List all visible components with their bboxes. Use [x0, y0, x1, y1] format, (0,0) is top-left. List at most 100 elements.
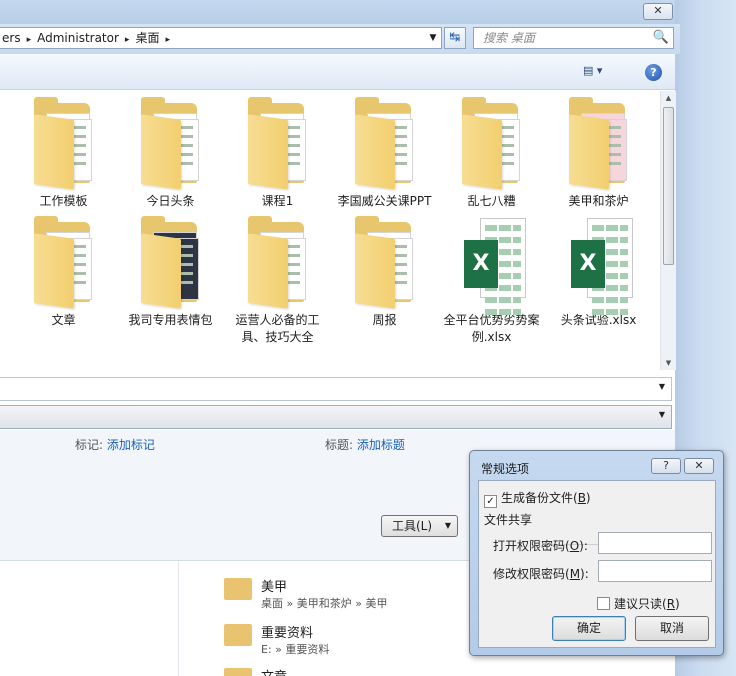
open-password-text: 打开权限密码( — [493, 539, 570, 553]
folder-icon — [10, 212, 117, 312]
backup-checkbox[interactable]: ✓ — [484, 495, 497, 508]
breadcrumb-users[interactable]: ers — [2, 28, 21, 48]
open-password-label: 打开权限密码(O): — [493, 537, 588, 554]
folder-item[interactable]: 运营人必备的工具、技巧大全 — [224, 212, 331, 346]
file-item-label: 美甲和茶炉 — [568, 194, 629, 208]
breadcrumb-separator-icon[interactable]: ▸ — [27, 30, 32, 48]
file-item-xlsx[interactable]: X 头条试验.xlsx — [545, 212, 652, 329]
breadcrumb-separator-icon[interactable]: ▸ — [125, 30, 130, 48]
modify-password-accel: M — [569, 567, 581, 581]
folder-icon — [224, 578, 252, 600]
file-item-label: 李国威公关课PPT — [337, 194, 432, 208]
recent-item-title: 重要资料 — [261, 626, 314, 641]
readonly-checkbox[interactable] — [597, 597, 610, 610]
file-item-label: 我司专用表情包 — [128, 313, 213, 327]
vertical-scrollbar[interactable]: ▲ ▼ — [660, 91, 676, 370]
recent-item-path: 桌面 » 美甲和茶炉 » 美甲 — [261, 597, 388, 610]
backup-close: ) — [585, 491, 591, 505]
ok-button[interactable]: 确定 — [552, 616, 626, 641]
excel-file-icon: X — [545, 212, 652, 315]
folder-icon — [331, 212, 438, 312]
help-icon[interactable]: ? — [645, 64, 662, 81]
file-item-label: 今日头条 — [146, 194, 195, 208]
filetype-dropdown-icon[interactable]: ▼ — [659, 410, 665, 419]
recent-item-path: E: » 重要资料 — [261, 643, 330, 656]
scroll-down-icon[interactable]: ▼ — [661, 356, 676, 370]
file-item-label: 课程1 — [261, 194, 294, 208]
dialog-title: 常规选项 — [481, 462, 530, 476]
file-item-label: 乱七八糟 — [467, 194, 516, 208]
folder-item[interactable]: 课程1 — [224, 93, 331, 210]
tags-label: 标记: — [75, 438, 104, 452]
title-label: 标题: — [325, 438, 354, 452]
file-item-label: 全平台优势劣势案例.xlsx — [443, 313, 540, 344]
refresh-icon[interactable]: ↹ — [444, 27, 466, 49]
folder-item[interactable]: 我司专用表情包 — [117, 212, 224, 329]
scrollbar-thumb[interactable] — [663, 107, 674, 265]
breadcrumb-separator-icon[interactable]: ▸ — [165, 30, 170, 48]
backup-label: 生成备份文件( — [501, 491, 578, 505]
breadcrumb-desktop[interactable]: 桌面 — [135, 28, 159, 48]
recent-item-title: 美甲 — [261, 580, 288, 595]
save-as-window: ✕ ers ▸ Administrator ▸ 桌面 ▸ ▼ ↹ 搜索 桌面 🔍 ▤ ▾ ?… — [0, 0, 736, 676]
dialog-body: ✓ 生成备份文件(B) 文件共享 打开权限密码(O): 修改权限密码(M): 建议… — [478, 480, 716, 648]
open-password-accel: O — [569, 539, 580, 553]
folder-item[interactable]: 乱七八糟 — [438, 93, 545, 210]
folder-icon — [331, 93, 438, 193]
address-bar[interactable]: ers ▸ Administrator ▸ 桌面 ▸ ▼ — [0, 27, 442, 49]
change-view-icon[interactable]: ▤ ▾ — [583, 64, 619, 82]
address-dropdown-icon[interactable]: ▼ — [427, 28, 439, 48]
folder-item[interactable]: 美甲和茶炉 — [545, 93, 652, 210]
modify-password-close: ): — [580, 567, 589, 581]
excel-file-icon: X — [438, 212, 545, 315]
search-input[interactable]: 搜索 桌面 🔍 — [473, 27, 674, 49]
file-item-xlsx[interactable]: X 全平台优势劣势案例.xlsx — [438, 212, 545, 346]
tags-meta: 标记: 添加标记 — [75, 436, 155, 453]
filename-field[interactable]: ▼ — [0, 377, 672, 401]
search-placeholder: 搜索 桌面 — [483, 31, 535, 45]
folder-icon — [10, 93, 117, 193]
breadcrumb-administrator[interactable]: Administrator — [37, 28, 119, 48]
title-meta: 标题: 添加标题 — [325, 436, 405, 453]
scroll-up-icon[interactable]: ▲ — [661, 91, 676, 105]
folder-icon — [224, 212, 331, 312]
window-close-button[interactable]: ✕ — [643, 3, 673, 20]
folder-icon — [117, 212, 224, 312]
modify-password-text: 修改权限密码( — [493, 567, 570, 581]
open-password-field[interactable] — [598, 532, 712, 554]
filename-dropdown-icon[interactable]: ▼ — [659, 382, 665, 391]
open-password-close: ): — [579, 539, 588, 553]
modify-password-label: 修改权限密码(M): — [493, 565, 589, 582]
folder-icon — [224, 93, 331, 193]
recent-item-title: 文章 — [261, 666, 287, 676]
add-title-link[interactable]: 添加标题 — [357, 438, 405, 452]
tools-label: 工具(L) — [392, 519, 433, 533]
file-item-label: 文章 — [51, 313, 76, 327]
add-tags-link[interactable]: 添加标记 — [107, 438, 155, 452]
tools-button[interactable]: 工具(L) ▼ — [381, 515, 458, 537]
folder-item[interactable]: 文章 — [10, 212, 117, 329]
folder-item[interactable]: 今日头条 — [117, 93, 224, 210]
general-options-dialog: 常规选项 ? ✕ ✓ 生成备份文件(B) 文件共享 打开权限密码(O): 修改权限… — [469, 450, 724, 656]
cancel-button[interactable]: 取消 — [635, 616, 709, 641]
folder-icon — [224, 624, 252, 646]
folder-item[interactable]: 工作模板 — [10, 93, 117, 210]
file-item-label: 工作模板 — [39, 194, 88, 208]
readonly-option[interactable]: 建议只读(R) — [597, 595, 680, 612]
file-list: 工作模板 今日头条 课程1 李国威公关课PPT 乱七八糟 美甲和茶炉文章 我司专用表情包 运营… — [0, 91, 660, 370]
dialog-help-button[interactable]: ? — [651, 458, 681, 474]
search-icon[interactable]: 🔍 — [653, 28, 669, 48]
filetype-select[interactable]: ▼ — [0, 405, 672, 429]
folder-icon — [224, 668, 252, 676]
file-item-label: 运营人必备的工具、技巧大全 — [235, 313, 320, 344]
chevron-down-icon: ▼ — [444, 521, 451, 530]
modify-password-field[interactable] — [598, 560, 712, 582]
folder-item[interactable]: 周报 — [331, 212, 438, 329]
folder-item[interactable]: 李国威公关课PPT — [331, 93, 438, 210]
title-bar — [0, 0, 680, 24]
backup-accel: B — [577, 491, 586, 505]
folder-icon — [117, 93, 224, 193]
backup-option[interactable]: ✓ 生成备份文件(B) — [484, 489, 591, 508]
file-sharing-group-label: 文件共享 — [484, 513, 533, 527]
dialog-close-button[interactable]: ✕ — [684, 458, 714, 474]
